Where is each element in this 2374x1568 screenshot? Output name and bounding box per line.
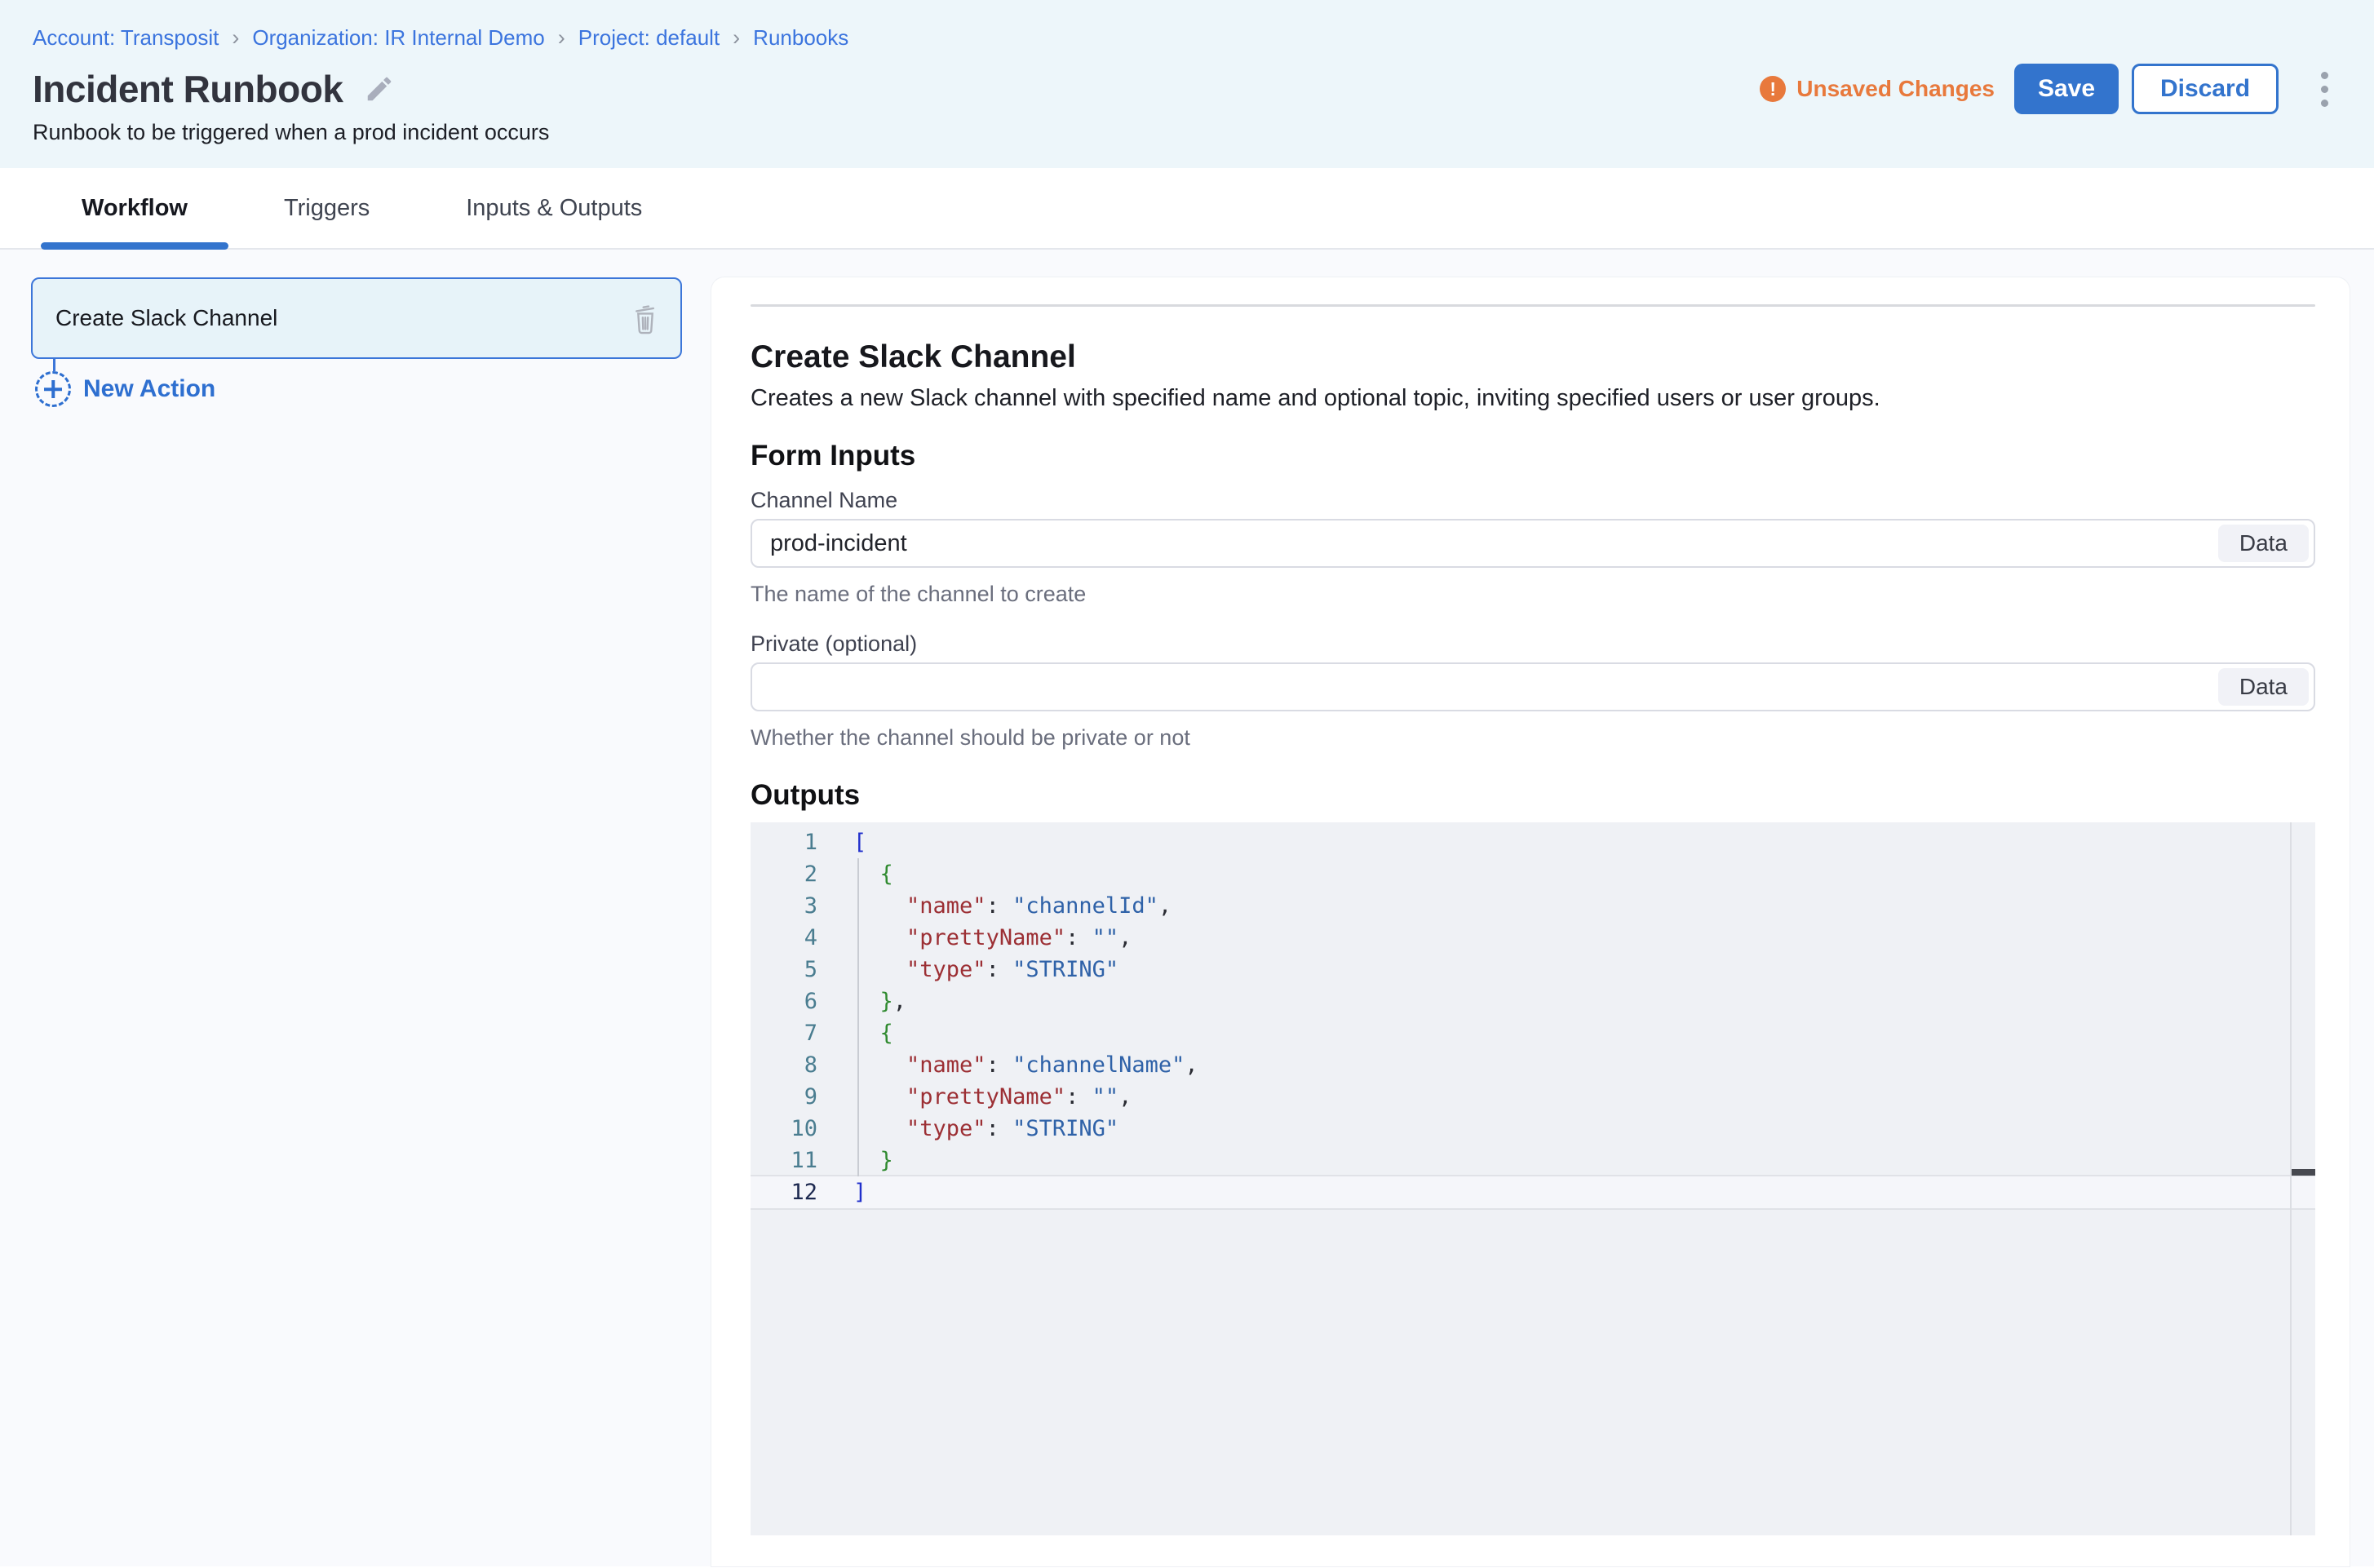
line-number: 6 <box>751 986 817 1017</box>
line-content: "type": "STRING" <box>817 954 1118 986</box>
line-number: 5 <box>751 954 817 986</box>
discard-button[interactable]: Discard <box>2132 64 2279 114</box>
line-content: "prettyName": "", <box>817 922 1132 954</box>
active-tab-underline <box>41 242 228 250</box>
content-area: Create Slack Channel New Action Create S… <box>0 250 2374 1566</box>
field-input[interactable] <box>751 519 2315 568</box>
workflow-steps: Create Slack Channel <box>31 277 682 359</box>
divider <box>751 304 2315 307</box>
code-line: 12 ] <box>751 1176 2315 1208</box>
workflow-step-card[interactable]: Create Slack Channel <box>31 277 682 359</box>
breadcrumb-separator: › <box>558 24 565 51</box>
save-button[interactable]: Save <box>2014 64 2119 114</box>
line-number: 9 <box>751 1081 817 1113</box>
data-button[interactable]: Data <box>2218 525 2309 562</box>
code-line: 4 "prettyName": "", <box>751 922 2315 954</box>
breadcrumb-link[interactable]: Account: Transposit <box>33 24 219 51</box>
step-connector <box>53 359 55 371</box>
scrollbar-thumb[interactable] <box>2292 1169 2315 1176</box>
action-description: Creates a new Slack channel with specifi… <box>751 383 2315 413</box>
field-label: Private (optional) <box>751 630 2315 658</box>
line-content: ] <box>817 1176 866 1208</box>
line-content: "prettyName": "", <box>817 1081 1132 1113</box>
page-subtitle: Runbook to be triggered when a prod inci… <box>33 119 2333 145</box>
tab-label: Triggers <box>284 195 370 222</box>
app-window: Account: Transposit › Organization: IR Int… <box>0 0 2374 1568</box>
form-field: Private (optional) Data Whether the chan… <box>751 630 2315 751</box>
breadcrumb-link[interactable]: Runbooks <box>753 24 848 51</box>
outputs-heading: Outputs <box>751 778 2315 813</box>
field-input-wrap: Data <box>751 519 2315 568</box>
tab-triggers[interactable]: Triggers <box>243 168 410 248</box>
field-help: Whether the channel should be private or… <box>751 724 2315 751</box>
line-number: 1 <box>751 826 817 858</box>
form-field: Channel Name Data The name of the channe… <box>751 486 2315 607</box>
indent-guide <box>857 858 859 1176</box>
plus-icon <box>35 371 71 407</box>
breadcrumb-link[interactable]: Project: default <box>578 24 720 51</box>
delete-step-icon[interactable] <box>630 301 661 335</box>
field-help: The name of the channel to create <box>751 581 2315 607</box>
form-inputs-heading: Form Inputs <box>751 439 2315 473</box>
breadcrumb: Account: Transposit › Organization: IR Int… <box>33 24 2333 51</box>
line-number: 2 <box>751 858 817 890</box>
tab-workflow[interactable]: Workflow <box>41 168 228 248</box>
warning-icon: ! <box>1760 76 1786 102</box>
line-content: } <box>817 1145 893 1176</box>
field-input[interactable] <box>751 662 2315 711</box>
code-line: 11 } <box>751 1145 2315 1176</box>
breadcrumb-separator: › <box>733 24 740 51</box>
workflow-step-label: Create Slack Channel <box>55 305 277 331</box>
code-lines: 1 [ 2 { 3 "name": "channelId", 4 "pretty… <box>751 822 2315 1208</box>
tab-label: Workflow <box>82 195 188 222</box>
line-content: "name": "channelName", <box>817 1049 1198 1081</box>
new-action-button[interactable]: New Action <box>35 371 682 407</box>
title-row: Incident Runbook ! Unsaved Changes Save … <box>33 64 2333 114</box>
breadcrumb-separator: › <box>232 24 239 51</box>
unsaved-changes-badge: ! Unsaved Changes <box>1760 76 1995 102</box>
form-fields: Channel Name Data The name of the channe… <box>751 486 2315 751</box>
action-title: Create Slack Channel <box>751 338 2315 377</box>
line-content: "type": "STRING" <box>817 1113 1118 1145</box>
code-line: 10 "type": "STRING" <box>751 1113 2315 1145</box>
kebab-menu-icon[interactable] <box>2316 67 2333 112</box>
line-content: { <box>817 1017 893 1049</box>
breadcrumb-link[interactable]: Organization: IR Internal Demo <box>252 24 544 51</box>
line-number: 7 <box>751 1017 817 1049</box>
line-content: "name": "channelId", <box>817 890 1171 922</box>
line-content: }, <box>817 986 906 1017</box>
code-line: 8 "name": "channelName", <box>751 1049 2315 1081</box>
code-line: 1 [ <box>751 826 2315 858</box>
header-actions: ! Unsaved Changes Save Discard <box>1760 64 2333 114</box>
line-number: 12 <box>751 1176 817 1208</box>
outputs-code-editor[interactable]: 1 [ 2 { 3 "name": "channelId", 4 "pretty… <box>751 822 2315 1535</box>
new-action-label: New Action <box>83 375 215 403</box>
line-number: 3 <box>751 890 817 922</box>
scrollbar-track <box>2290 822 2292 1535</box>
page-header: Account: Transposit › Organization: IR Int… <box>0 0 2374 168</box>
workflow-steps-panel: Create Slack Channel New Action <box>0 250 711 1566</box>
data-button[interactable]: Data <box>2218 668 2309 706</box>
code-line: 3 "name": "channelId", <box>751 890 2315 922</box>
unsaved-changes-label: Unsaved Changes <box>1796 76 1995 102</box>
code-line: 7 { <box>751 1017 2315 1049</box>
page-title: Incident Runbook <box>33 68 343 110</box>
field-input-wrap: Data <box>751 662 2315 711</box>
line-content: [ <box>817 826 866 858</box>
line-number: 11 <box>751 1145 817 1176</box>
line-content: { <box>817 858 893 890</box>
tab-bar: Workflow Triggers Inputs & Outputs <box>0 168 2374 250</box>
action-detail-panel: Create Slack Channel Creates a new Slack… <box>711 277 2350 1566</box>
code-line: 6 }, <box>751 986 2315 1017</box>
field-label: Channel Name <box>751 486 2315 514</box>
code-line: 5 "type": "STRING" <box>751 954 2315 986</box>
line-number: 10 <box>751 1113 817 1145</box>
code-line: 9 "prettyName": "", <box>751 1081 2315 1113</box>
edit-title-icon[interactable] <box>364 73 395 104</box>
code-line: 2 { <box>751 858 2315 890</box>
tab-label: Inputs & Outputs <box>466 195 642 222</box>
tab-inputs-outputs[interactable]: Inputs & Outputs <box>425 168 683 248</box>
line-number: 8 <box>751 1049 817 1081</box>
line-number: 4 <box>751 922 817 954</box>
